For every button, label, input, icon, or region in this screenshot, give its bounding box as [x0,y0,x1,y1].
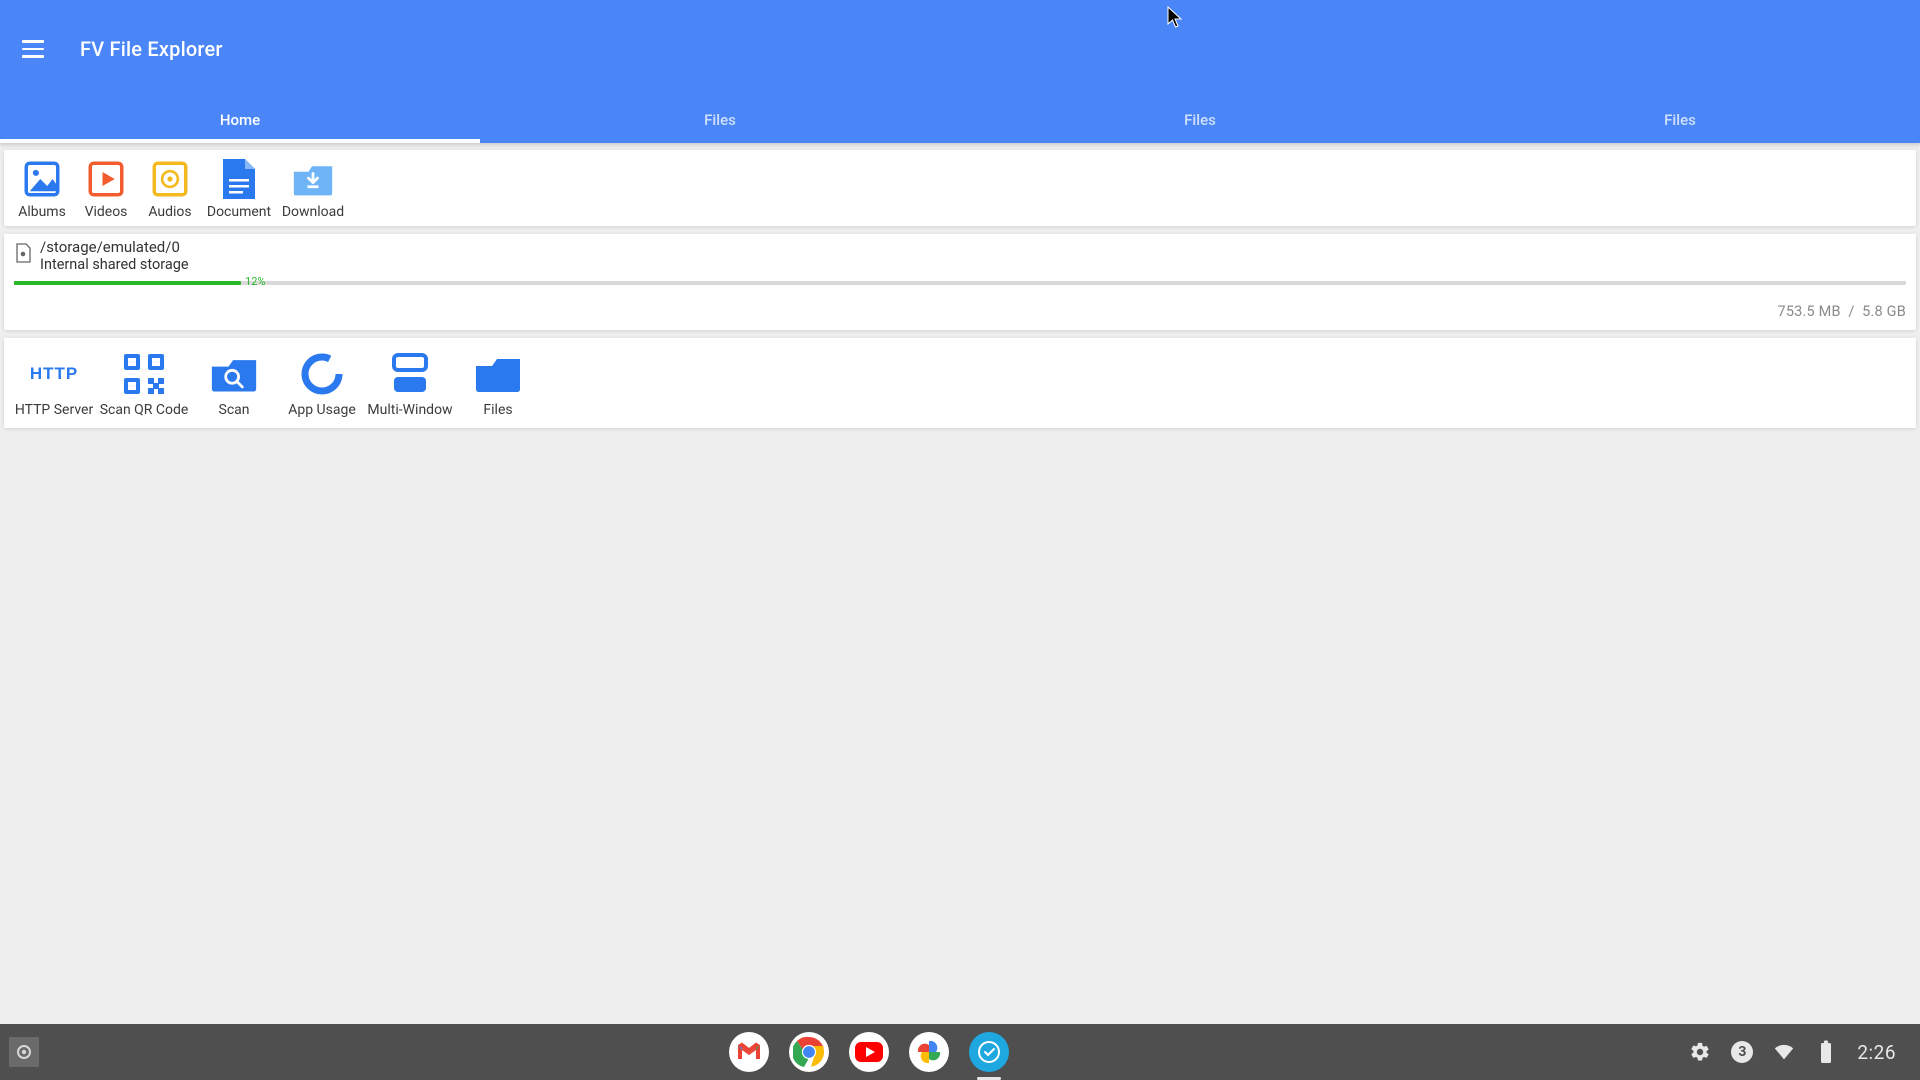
tab-files-2[interactable]: Files [960,98,1440,143]
tool-scan[interactable]: Scan [190,350,278,418]
tool-multi-window[interactable]: Multi-Window [366,350,454,418]
storage-header: /storage/emulated/0 Internal shared stor… [14,238,1906,273]
category-document[interactable]: Document [202,158,276,220]
category-label: Videos [85,204,128,220]
category-label: Download [282,204,344,220]
tab-label: Files [1184,111,1216,129]
taskbar: 3 2:26 [0,1024,1920,1080]
category-videos[interactable]: Videos [74,158,138,220]
tool-label: HTTP Server [15,402,93,418]
tools-panel: HTTP HTTP Server Scan QR Code Scan [4,338,1916,428]
taskbar-app-photos[interactable] [909,1032,949,1072]
category-download[interactable]: Download [276,158,350,220]
taskbar-right: 3 2:26 [1689,1041,1920,1064]
folder-icon [474,350,522,398]
categories-panel: Albums Videos Audios [4,150,1916,226]
donut-icon [298,350,346,398]
taskbar-center [48,1032,1689,1072]
clock[interactable]: 2:26 [1857,1041,1896,1064]
circle-icon [16,1044,32,1060]
taskbar-left [0,1037,48,1067]
tool-label: Scan [219,402,250,418]
taskbar-app-fv[interactable] [969,1032,1009,1072]
fv-icon [977,1040,1001,1064]
tool-label: App Usage [288,402,356,418]
app-title: FV File Explorer [80,37,223,61]
tool-files[interactable]: Files [454,350,542,418]
taskbar-app-chrome[interactable] [789,1032,829,1072]
category-label: Audios [148,204,191,220]
tab-home[interactable]: Home [0,98,480,143]
app-header: FV File Explorer Home Files Files Files [0,0,1920,143]
tab-label: Home [220,111,260,129]
tab-files-1[interactable]: Files [480,98,960,143]
storage-total: 5.8 GB [1862,303,1906,320]
wifi-icon[interactable] [1773,1041,1795,1063]
youtube-icon [854,1041,884,1063]
folder-search-icon [210,350,258,398]
tool-app-usage[interactable]: App Usage [278,350,366,418]
qr-icon [120,350,168,398]
download-icon [292,158,334,200]
storage-used: 753.5 MB [1777,303,1840,320]
tabs: Home Files Files Files [0,98,1920,143]
tool-label: Multi-Window [367,402,452,418]
tool-scan-qr[interactable]: Scan QR Code [98,350,190,418]
storage-panel[interactable]: /storage/emulated/0 Internal shared stor… [4,234,1916,330]
storage-name: Internal shared storage [40,256,189,273]
storage-progress-fill [14,281,241,285]
storage-sep: / [1848,303,1854,320]
hamburger-icon[interactable] [22,34,52,64]
app-root: FV File Explorer Home Files Files Files … [0,0,1920,1080]
header-top: FV File Explorer [0,0,1920,98]
video-icon [85,158,127,200]
launcher-button[interactable] [9,1037,39,1067]
category-audios[interactable]: Audios [138,158,202,220]
image-icon [21,158,63,200]
storage-percent-label: 12% [245,275,265,288]
storage-usage: 753.5 MB / 5.8 GB [14,303,1906,320]
tool-label: Scan QR Code [100,402,189,418]
tab-label: Files [704,111,736,129]
audio-icon [149,158,191,200]
doc-icon [218,158,260,200]
notification-badge[interactable]: 3 [1731,1041,1753,1063]
storage-progress: 12% [14,281,1906,285]
settings-icon[interactable] [1689,1041,1711,1063]
storage-text: /storage/emulated/0 Internal shared stor… [40,238,189,273]
tool-http-server[interactable]: HTTP HTTP Server [10,350,98,418]
tab-files-3[interactable]: Files [1440,98,1920,143]
tool-label: Files [483,402,512,418]
battery-icon[interactable] [1815,1041,1837,1063]
taskbar-app-gmail[interactable] [729,1032,769,1072]
content-area: Albums Videos Audios [0,143,1920,440]
tools-row: HTTP HTTP Server Scan QR Code Scan [4,338,1916,428]
categories-row: Albums Videos Audios [4,150,1916,226]
chrome-icon [793,1036,825,1068]
gmail-icon [736,1042,762,1062]
multiwindow-icon [386,350,434,398]
http-icon: HTTP [30,350,78,398]
tab-label: Files [1664,111,1696,129]
category-label: Albums [18,204,66,220]
sdcard-icon [14,242,32,264]
category-label: Document [207,204,271,220]
taskbar-app-youtube[interactable] [849,1032,889,1072]
category-albums[interactable]: Albums [10,158,74,220]
storage-path: /storage/emulated/0 [40,238,189,256]
badge-count: 3 [1738,1044,1746,1060]
photos-icon [915,1038,943,1066]
